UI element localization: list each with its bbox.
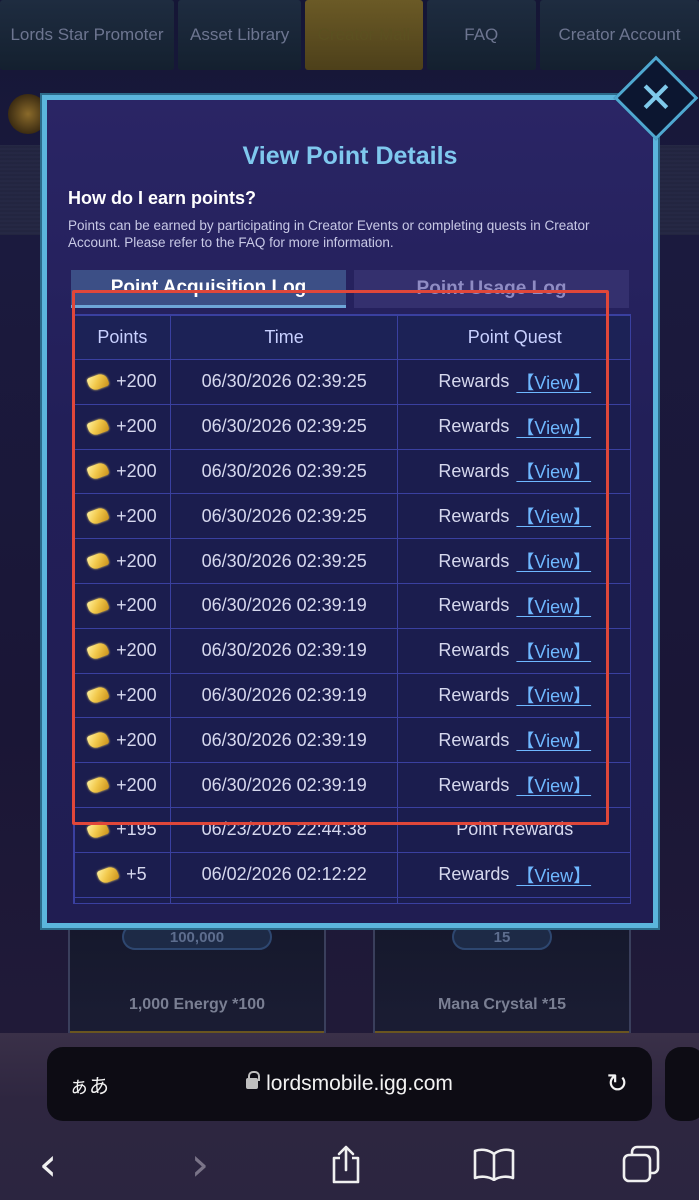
lock-icon: [246, 1071, 261, 1089]
highlight-box: [72, 290, 609, 825]
view-reward-link[interactable]: 【View】: [516, 862, 591, 888]
tabs-icon: [622, 1145, 660, 1183]
nav-tab-creator-account[interactable]: Creator Account: [539, 0, 699, 70]
mall-item-card[interactable]: 15 Mana Crystal *15: [373, 918, 631, 1043]
point-token-icon: [96, 863, 121, 887]
quest-label: Rewards: [438, 864, 510, 885]
address-bar[interactable]: ぁあ lordsmobile.igg.com ↻: [47, 1047, 652, 1121]
share-button[interactable]: [320, 1138, 372, 1190]
url-text: lordsmobile.igg.com: [266, 1072, 453, 1095]
table-row: +5 06/02/2026 02:12:22 Rewards 【View】: [74, 851, 630, 898]
points-cell: +5: [74, 851, 171, 898]
empty-cell: [169, 896, 399, 903]
time-cell: 06/02/2026 02:12:22: [169, 851, 399, 898]
earn-points-description: Points can be earned by participating in…: [68, 218, 590, 250]
nav-tab-faq[interactable]: FAQ: [426, 0, 536, 70]
points-value: +5: [126, 864, 147, 885]
forward-button[interactable]: ›: [174, 1137, 226, 1191]
modal-title: View Point Details: [242, 142, 458, 170]
quest-value-wrap: Rewards 【View】: [398, 862, 630, 888]
book-icon: [473, 1148, 515, 1181]
back-button[interactable]: ‹: [22, 1137, 74, 1191]
tabs-button[interactable]: [615, 1138, 667, 1190]
mall-item-title: 1,000 Energy *100: [128, 996, 266, 1013]
share-icon: [332, 1145, 360, 1184]
points-value-wrap: +5: [75, 864, 170, 885]
browser-toolbar: ぁあ lordsmobile.igg.com ↻ ‹ ›: [0, 1033, 699, 1200]
quest-cell: Rewards 【View】: [397, 851, 630, 898]
mall-item-title: Mana Crystal *15: [437, 996, 567, 1013]
top-nav: Lords Star Promoter Asset Library Creato…: [0, 0, 699, 70]
nav-tab-asset-library[interactable]: Asset Library: [177, 0, 302, 70]
nav-tab-creator-mall[interactable]: Creator Mall: [305, 0, 423, 70]
table-row-partial: [74, 896, 630, 903]
url-display[interactable]: lordsmobile.igg.com: [47, 1071, 652, 1096]
next-tab-preview[interactable]: [665, 1047, 699, 1121]
nav-tab-lords-star-promoter[interactable]: Lords Star Promoter: [0, 0, 174, 70]
empty-cell: [397, 896, 630, 903]
earn-points-heading: How do I earn points?: [68, 188, 256, 208]
mall-item-card[interactable]: 100,000 1,000 Energy *100: [68, 918, 326, 1043]
empty-cell: [74, 896, 171, 903]
reload-icon[interactable]: ↻: [606, 1069, 628, 1099]
close-icon[interactable]: ✕: [633, 75, 679, 121]
bookmarks-button[interactable]: [468, 1138, 520, 1190]
